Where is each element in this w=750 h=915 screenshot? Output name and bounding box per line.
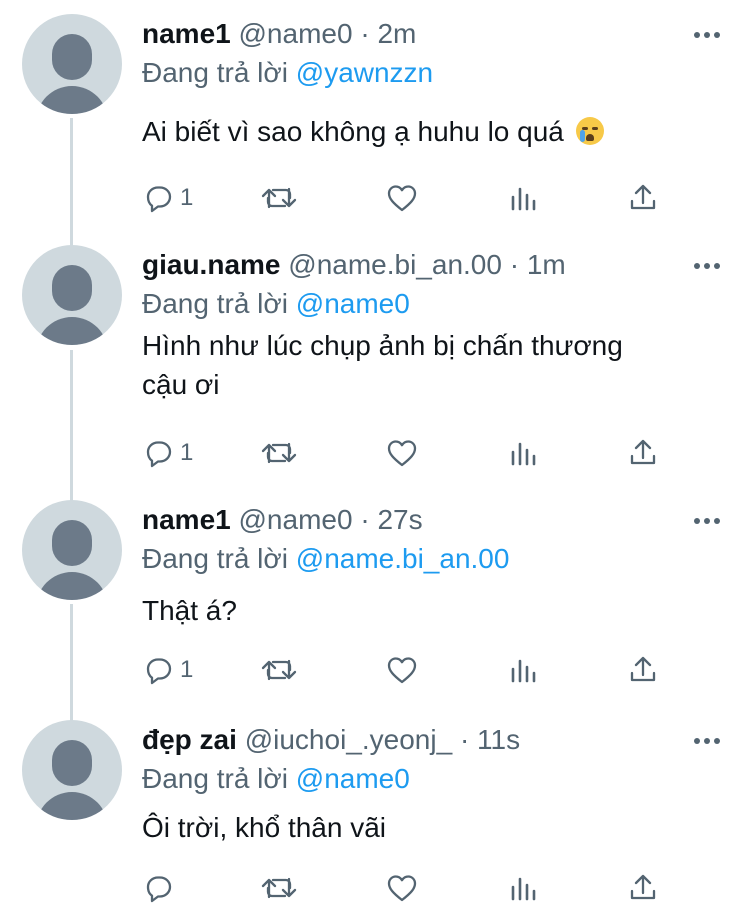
views-button[interactable] [508, 870, 538, 906]
mention-link[interactable]: @yawnzzn [296, 57, 433, 88]
retweet-icon [261, 877, 297, 899]
reply-icon [146, 186, 172, 213]
heart-icon [387, 440, 417, 467]
share-button[interactable] [628, 435, 658, 471]
tweet-text: Ai biết vì sao không ạ huhu lo quá [142, 116, 564, 147]
separator-dot: · [509, 249, 520, 280]
more-options-icon[interactable] [694, 738, 720, 744]
author-name[interactable]: giau.name [142, 249, 280, 280]
tweet[interactable]: name1 @name0 · 27s Đang trả lời @name.bi… [0, 500, 750, 710]
like-button[interactable] [386, 435, 418, 471]
author-handle[interactable]: @name.bi_an.00 [288, 249, 502, 280]
separator-dot: · [360, 504, 370, 535]
timestamp[interactable]: 1m [527, 249, 566, 280]
share-icon [630, 874, 656, 900]
retweet-button[interactable] [260, 180, 298, 216]
reply-icon [146, 441, 172, 468]
retweet-button[interactable] [260, 652, 298, 688]
tweet-text: Thật á? [142, 595, 237, 626]
tweet-text-line: Hình như lúc chụp ảnh bị chấn thương [142, 330, 623, 361]
share-icon [630, 439, 656, 465]
views-button[interactable] [508, 435, 538, 471]
retweet-icon [261, 659, 297, 681]
reply-icon [146, 876, 172, 903]
avatar[interactable] [22, 245, 122, 345]
like-button[interactable] [386, 652, 418, 688]
replying-to-label: Đang trả lời [142, 543, 288, 574]
timestamp[interactable]: 2m [377, 18, 416, 49]
avatar[interactable] [22, 720, 122, 820]
more-options-icon[interactable] [694, 518, 720, 524]
mention-link[interactable]: @name0 [296, 763, 410, 794]
more-options-icon[interactable] [694, 32, 720, 38]
author-handle[interactable]: @name0 [239, 18, 353, 49]
share-icon [630, 184, 656, 210]
share-button[interactable] [628, 180, 658, 216]
share-icon [630, 656, 656, 682]
retweet-icon [261, 442, 297, 464]
separator-dot: · [459, 724, 470, 755]
reply-button[interactable] [144, 870, 180, 906]
tweet-text-line: cậu ơi [142, 369, 220, 400]
avatar[interactable] [22, 500, 122, 600]
retweet-button[interactable] [260, 435, 298, 471]
analytics-icon [511, 187, 536, 211]
avatar[interactable] [22, 14, 122, 114]
reply-button[interactable]: 1 [144, 180, 193, 216]
reply-count: 1 [180, 184, 194, 211]
views-button[interactable] [508, 652, 538, 688]
author-handle[interactable]: @name0 [239, 504, 353, 535]
analytics-icon [511, 659, 536, 683]
share-button[interactable] [628, 870, 658, 906]
reply-icon [146, 658, 172, 685]
like-button[interactable] [386, 180, 418, 216]
analytics-icon [511, 442, 536, 466]
heart-icon [387, 657, 417, 684]
separator-dot: · [360, 18, 370, 49]
author-name[interactable]: đẹp zai [142, 724, 237, 755]
mention-link[interactable]: @name0 [296, 288, 410, 319]
views-button[interactable] [508, 180, 538, 216]
reply-count: 1 [180, 656, 194, 683]
timestamp[interactable]: 27s [377, 504, 422, 535]
author-handle[interactable]: @iuchoi_.yeonj_ [245, 724, 452, 755]
replying-to-label: Đang trả lời [142, 57, 288, 88]
heart-icon [387, 875, 417, 902]
tweet[interactable]: giau.name @name.bi_an.00 · 1m Đang trả l… [0, 245, 750, 500]
analytics-icon [511, 877, 536, 901]
tweet-text: Ôi trời, khổ thân vãi [142, 812, 387, 843]
tweet[interactable]: đẹp zai @iuchoi_.yeonj_ · 11s Đang trả l… [0, 720, 750, 915]
like-button[interactable] [386, 870, 418, 906]
reply-button[interactable]: 1 [144, 435, 193, 471]
tweet[interactable]: name1 @name0 · 2m Đang trả lời @yawnzzn … [0, 14, 750, 234]
author-name[interactable]: name1 [142, 18, 231, 49]
replying-to-label: Đang trả lời [142, 763, 288, 794]
timestamp[interactable]: 11s [477, 724, 520, 755]
retweet-button[interactable] [260, 870, 298, 906]
author-name[interactable]: name1 [142, 504, 231, 535]
reply-count: 1 [180, 439, 194, 466]
reply-button[interactable]: 1 [144, 652, 193, 688]
more-options-icon[interactable] [694, 263, 720, 269]
heart-icon [387, 185, 417, 212]
retweet-icon [261, 187, 297, 209]
loudly-crying-face-icon [575, 117, 604, 145]
mention-link[interactable]: @name.bi_an.00 [296, 543, 510, 574]
replying-to-label: Đang trả lời [142, 288, 288, 319]
share-button[interactable] [628, 652, 658, 688]
